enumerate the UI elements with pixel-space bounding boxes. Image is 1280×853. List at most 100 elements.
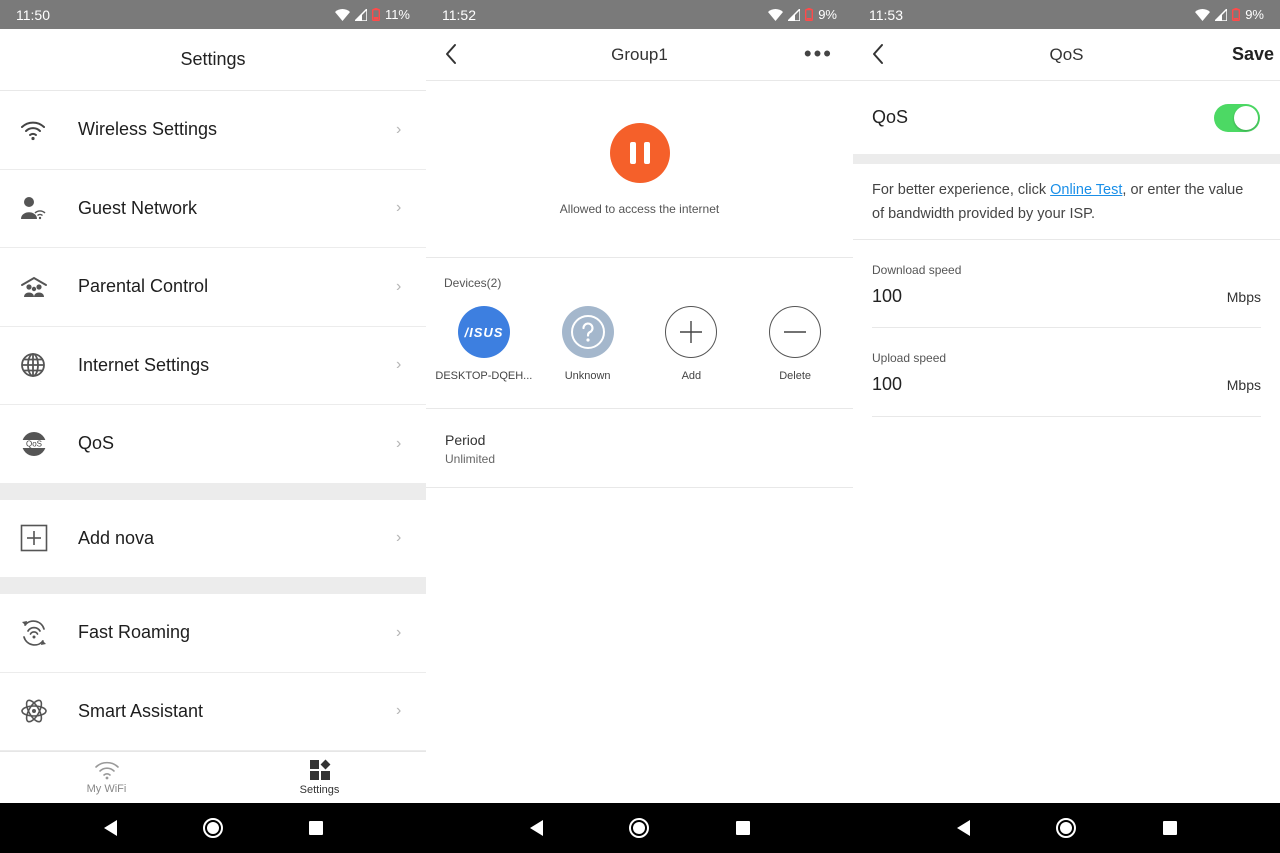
- chevron-right-icon: ›: [396, 199, 402, 217]
- device-item[interactable]: /ISUS DESKTOP-DQEH...: [434, 306, 534, 382]
- devices-heading: Devices(2): [444, 276, 502, 290]
- recents-nav-icon[interactable]: [1162, 820, 1178, 836]
- status-time: 11:50: [16, 6, 50, 23]
- minus-icon: [769, 306, 822, 358]
- cell-signal-icon: [788, 8, 801, 21]
- page-title: QoS: [1049, 44, 1084, 64]
- home-nav-icon[interactable]: [202, 817, 224, 839]
- plus-icon: [665, 306, 718, 358]
- settings-item-wireless[interactable]: Wireless Settings ›: [0, 91, 426, 170]
- battery-percent: 9%: [818, 7, 837, 22]
- pause-button[interactable]: [609, 123, 670, 183]
- period-title: Period: [445, 432, 486, 448]
- wifi-signal-icon: [1195, 8, 1211, 21]
- battery-percent: 9%: [1245, 7, 1264, 22]
- save-button[interactable]: Save: [1232, 44, 1274, 65]
- chevron-right-icon: ›: [396, 356, 402, 374]
- divider: [872, 416, 1261, 417]
- status-bar: 11:50 11%: [0, 0, 426, 29]
- parental-control-icon: [0, 276, 78, 298]
- home-nav-icon[interactable]: [1055, 817, 1077, 839]
- period-setting[interactable]: Period Unlimited: [445, 432, 495, 466]
- top-bar: Group1 •••: [426, 29, 853, 81]
- battery-icon: [1232, 8, 1241, 21]
- qos-icon: QoS: [0, 431, 78, 457]
- wifi-icon: [94, 761, 119, 780]
- download-speed-unit: Mbps: [1226, 289, 1261, 305]
- upload-speed-label: Upload speed: [872, 351, 947, 365]
- back-arrow-icon[interactable]: [871, 43, 885, 65]
- back-nav-icon[interactable]: [955, 819, 971, 837]
- download-speed-input[interactable]: 100: [872, 286, 902, 307]
- cell-signal-icon: [354, 8, 367, 21]
- tab-label: Settings: [299, 784, 340, 796]
- battery-icon: [805, 8, 814, 21]
- wifi-signal-icon: [334, 8, 350, 21]
- divider: [426, 408, 853, 409]
- guest-icon: [0, 196, 78, 220]
- more-options-icon[interactable]: •••: [804, 43, 833, 65]
- settings-item-label: Fast Roaming: [78, 622, 191, 643]
- wifi-icon: [0, 119, 78, 141]
- settings-item-fast-roaming[interactable]: Fast Roaming ›: [0, 594, 426, 673]
- device-name: DESKTOP-DQEH...: [435, 370, 533, 382]
- tab-my-wifi[interactable]: My WiFi: [0, 752, 213, 803]
- divider: [872, 327, 1261, 328]
- screen-qos: 11:53 9% QoS Save QoS For better experie…: [853, 0, 1280, 853]
- status-time: 11:53: [869, 6, 903, 23]
- question-icon: [561, 306, 614, 358]
- settings-item-qos[interactable]: QoS QoS ›: [0, 405, 426, 484]
- device-name: Add: [681, 370, 702, 382]
- chevron-right-icon: ›: [396, 277, 402, 295]
- download-speed-field[interactable]: Download speed 100 Mbps: [872, 263, 1261, 307]
- page-title: Settings: [0, 29, 426, 91]
- chevron-right-icon: ›: [396, 529, 402, 547]
- qos-info-text: For better experience, click Online Test…: [872, 182, 1244, 222]
- roaming-icon: [0, 619, 78, 647]
- device-list: /ISUS DESKTOP-DQEH... Unknown Add Delete: [426, 306, 853, 382]
- settings-item-parental-control[interactable]: Parental Control ›: [0, 248, 426, 327]
- home-nav-icon[interactable]: [628, 817, 650, 839]
- upload-speed-unit: Mbps: [1226, 377, 1261, 393]
- tab-settings[interactable]: Settings: [213, 752, 426, 803]
- upload-speed-field[interactable]: Upload speed 100 Mbps: [872, 351, 1261, 395]
- delete-device-button[interactable]: Delete: [745, 306, 845, 382]
- pause-icon: [629, 142, 636, 164]
- settings-item-add-nova[interactable]: Add nova ›: [0, 500, 426, 578]
- divider: [853, 239, 1280, 240]
- settings-item-smart-assistant[interactable]: Smart Assistant ›: [0, 673, 426, 751]
- online-test-link[interactable]: Online Test: [1050, 182, 1122, 198]
- section-divider: [853, 154, 1280, 164]
- top-bar: QoS Save: [853, 29, 1280, 81]
- access-status-text: Allowed to access the internet: [559, 202, 720, 216]
- android-nav-bar: [853, 803, 1280, 853]
- android-nav-bar: [0, 803, 426, 853]
- qos-toggle-row: QoS: [853, 81, 1280, 154]
- back-arrow-icon[interactable]: [444, 43, 458, 65]
- add-device-button[interactable]: Add: [641, 306, 741, 382]
- settings-item-label: Internet Settings: [78, 354, 210, 375]
- grid-icon: [309, 759, 330, 780]
- globe-icon: [0, 352, 78, 378]
- chevron-right-icon: ›: [396, 623, 402, 641]
- recents-nav-icon[interactable]: [735, 820, 751, 836]
- settings-item-label: Guest Network: [78, 197, 198, 218]
- android-nav-bar: [426, 803, 853, 853]
- bottom-tab-bar: My WiFi Settings: [0, 751, 426, 803]
- screen-settings: 11:50 11% Settings Wireless Settings › G…: [0, 0, 426, 853]
- qos-toggle[interactable]: [1214, 103, 1260, 132]
- download-speed-label: Download speed: [872, 263, 962, 277]
- settings-item-internet[interactable]: Internet Settings ›: [0, 327, 426, 405]
- qos-label: QoS: [872, 107, 909, 127]
- settings-item-guest-network[interactable]: Guest Network ›: [0, 170, 426, 248]
- settings-item-label: QoS: [78, 433, 115, 454]
- asus-logo-icon: /ISUS: [457, 306, 510, 358]
- section-divider: [0, 578, 426, 594]
- wifi-signal-icon: [768, 8, 784, 21]
- recents-nav-icon[interactable]: [308, 820, 324, 836]
- device-name: Delete: [779, 370, 812, 382]
- upload-speed-input[interactable]: 100: [872, 374, 902, 395]
- back-nav-icon[interactable]: [102, 819, 118, 837]
- back-nav-icon[interactable]: [528, 819, 544, 837]
- device-item[interactable]: Unknown: [538, 306, 638, 382]
